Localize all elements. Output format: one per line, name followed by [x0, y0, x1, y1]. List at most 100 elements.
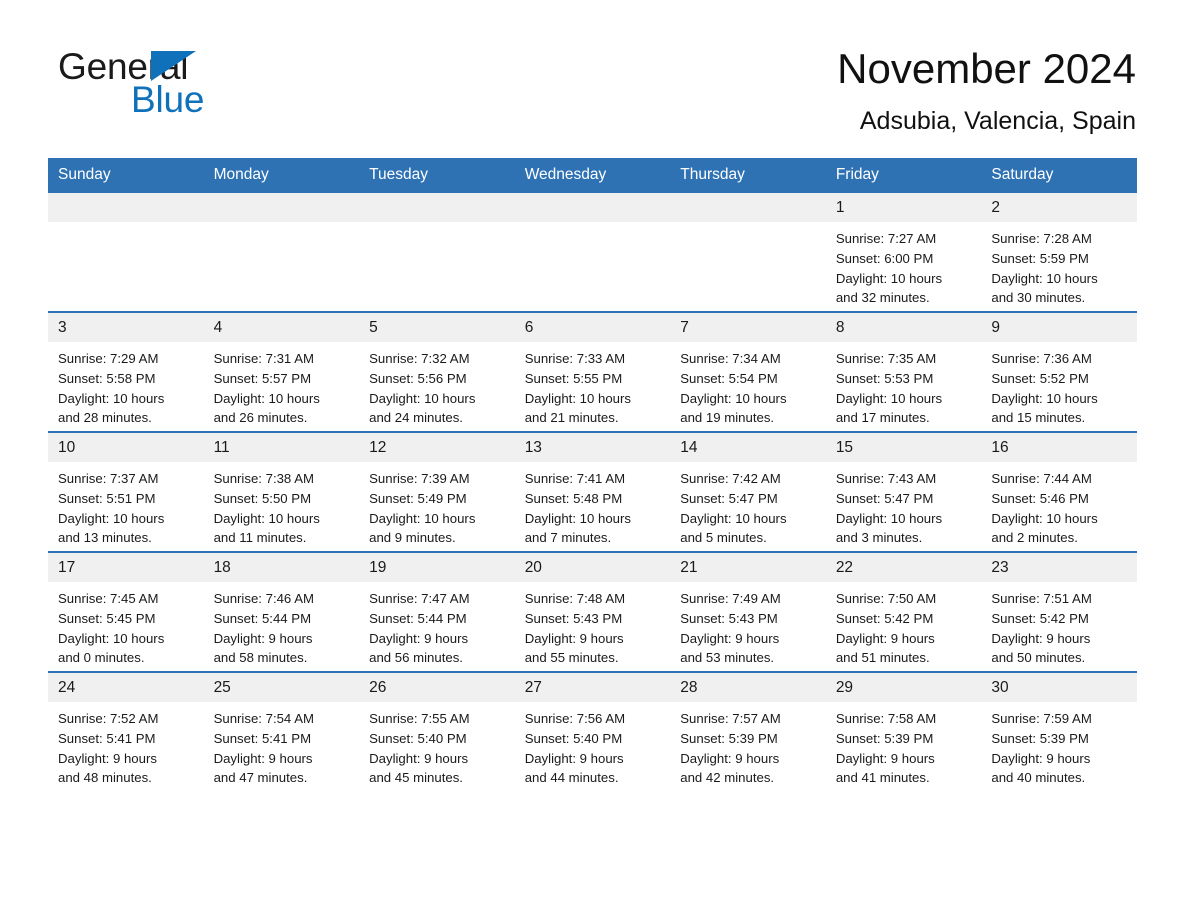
day-detail-line: Daylight: 10 hours [991, 270, 1098, 286]
calendar-day-cell-empty [359, 193, 515, 312]
calendar-day-cell[interactable]: 17 Sunrise: 7:45 AM Sunset: 5:45 PM Dayligh… [48, 551, 204, 672]
day-detail-line: and 56 minutes. [369, 650, 463, 666]
day-detail-line: Sunset: 5:51 PM [58, 490, 156, 506]
calendar-day-cell[interactable]: 20 Sunrise: 7:48 AM Sunset: 5:43 PM Dayligh… [514, 551, 671, 672]
day-detail-line: Daylight: 9 hours [213, 750, 313, 766]
day-detail-line: and 42 minutes. [680, 770, 775, 786]
day-number [48, 193, 204, 222]
day-number: 1 [825, 193, 982, 222]
day-number: 20 [514, 553, 671, 582]
calendar-day-cell[interactable]: 30 Sunrise: 7:59 AM Sunset: 5:39 PM Dayligh… [981, 671, 1137, 791]
day-detail-line: and 21 minutes. [524, 410, 619, 426]
calendar-day-cell[interactable]: 23 Sunrise: 7:51 AM Sunset: 5:42 PM Dayligh… [981, 551, 1137, 672]
day-detail-line: Sunset: 5:40 PM [524, 730, 623, 746]
day-detail-line: Daylight: 10 hours [835, 510, 943, 526]
day-number: 28 [670, 673, 826, 702]
calendar-day-cell[interactable]: 1 Sunrise: 7:27 AM Sunset: 6:00 PM Daylight… [825, 193, 982, 312]
day-detail-line: Sunset: 5:58 PM [58, 370, 156, 386]
day-detail-line: Daylight: 10 hours [991, 510, 1098, 526]
calendar-day-cell[interactable]: 5 Sunrise: 7:32 AM Sunset: 5:56 PM Daylight… [359, 311, 515, 432]
calendar-day-cell[interactable]: 13 Sunrise: 7:41 AM Sunset: 5:48 PM Dayligh… [514, 431, 671, 552]
day-detail-line: Sunrise: 7:43 AM [835, 471, 937, 486]
day-detail-line: Sunset: 5:43 PM [524, 610, 623, 626]
day-number [359, 193, 515, 222]
day-details: Sunrise: 7:29 AM Sunset: 5:58 PM Daylight:… [48, 342, 204, 428]
calendar-day-cell[interactable]: 27 Sunrise: 7:56 AM Sunset: 5:40 PM Dayligh… [514, 671, 671, 791]
day-detail-line: Sunset: 5:39 PM [835, 730, 934, 746]
day-detail-line: and 48 minutes. [58, 770, 152, 786]
day-detail-line: Sunset: 5:56 PM [369, 370, 467, 386]
day-details: Sunrise: 7:51 AM Sunset: 5:42 PM Daylight:… [981, 582, 1137, 668]
day-detail-line: Sunrise: 7:50 AM [835, 591, 937, 606]
calendar-day-cell[interactable]: 29 Sunrise: 7:58 AM Sunset: 5:39 PM Dayligh… [825, 671, 982, 791]
day-detail-line: Sunrise: 7:37 AM [58, 471, 159, 486]
calendar-day-cell[interactable]: 26 Sunrise: 7:55 AM Sunset: 5:40 PM Dayligh… [359, 671, 515, 791]
day-details: Sunrise: 7:59 AM Sunset: 5:39 PM Daylight:… [981, 702, 1137, 788]
brand-name-blue: Blue [131, 79, 205, 120]
weekday-header-monday: Monday [203, 158, 360, 193]
day-detail-line: Sunrise: 7:31 AM [213, 351, 314, 366]
calendar-day-cell[interactable]: 10 Sunrise: 7:37 AM Sunset: 5:51 PM Dayligh… [48, 431, 204, 552]
calendar-day-cell[interactable]: 18 Sunrise: 7:46 AM Sunset: 5:44 PM Dayligh… [203, 551, 360, 672]
day-detail-line: Sunrise: 7:45 AM [58, 591, 159, 606]
day-number: 26 [359, 673, 515, 702]
day-detail-line: Sunset: 5:53 PM [835, 370, 934, 386]
day-number: 7 [670, 313, 826, 342]
day-details: Sunrise: 7:42 AM Sunset: 5:47 PM Daylight:… [670, 462, 826, 548]
day-detail-line: Sunrise: 7:33 AM [524, 351, 626, 366]
day-detail-line: and 7 minutes. [524, 530, 612, 546]
day-details: Sunrise: 7:41 AM Sunset: 5:48 PM Daylight:… [515, 462, 671, 548]
day-detail-line: Daylight: 10 hours [58, 390, 165, 406]
calendar-day-cell[interactable]: 14 Sunrise: 7:42 AM Sunset: 5:47 PM Dayligh… [670, 431, 826, 552]
calendar-day-cell[interactable]: 2 Sunrise: 7:28 AM Sunset: 5:59 PM Daylight… [981, 193, 1137, 312]
day-number: 9 [981, 313, 1137, 342]
weekday-header-sunday: Sunday [48, 158, 204, 193]
day-details: Sunrise: 7:37 AM Sunset: 5:51 PM Daylight:… [48, 462, 204, 548]
day-number: 21 [670, 553, 826, 582]
day-detail-line: Daylight: 10 hours [369, 390, 476, 406]
calendar-day-cell-empty [514, 193, 671, 312]
day-details: Sunrise: 7:54 AM Sunset: 5:41 PM Daylight:… [204, 702, 360, 788]
day-detail-line: Sunrise: 7:27 AM [835, 231, 937, 246]
calendar-day-cell[interactable]: 15 Sunrise: 7:43 AM Sunset: 5:47 PM Dayligh… [825, 431, 982, 552]
day-detail-line: Sunset: 5:42 PM [991, 610, 1089, 626]
calendar-day-cell[interactable]: 24 Sunrise: 7:52 AM Sunset: 5:41 PM Dayligh… [48, 671, 204, 791]
day-detail-line: Sunrise: 7:51 AM [991, 591, 1092, 606]
day-detail-line: and 11 minutes. [213, 530, 307, 546]
calendar-day-cell[interactable]: 21 Sunrise: 7:49 AM Sunset: 5:43 PM Dayligh… [670, 551, 826, 672]
day-detail-line: Sunrise: 7:41 AM [524, 471, 626, 486]
day-detail-line: Sunrise: 7:39 AM [369, 471, 470, 486]
day-detail-line: Sunset: 5:41 PM [58, 730, 156, 746]
day-number: 2 [981, 193, 1137, 222]
calendar-day-cell[interactable]: 4 Sunrise: 7:31 AM Sunset: 5:57 PM Daylight… [203, 311, 360, 432]
calendar-day-cell-empty [670, 193, 826, 312]
calendar-day-cell[interactable]: 9 Sunrise: 7:36 AM Sunset: 5:52 PM Daylight… [981, 311, 1137, 432]
day-detail-line: Daylight: 10 hours [58, 510, 165, 526]
calendar-day-cell[interactable]: 16 Sunrise: 7:44 AM Sunset: 5:46 PM Dayligh… [981, 431, 1137, 552]
day-detail-line: Sunset: 5:49 PM [369, 490, 467, 506]
calendar-day-cell[interactable]: 3 Sunrise: 7:29 AM Sunset: 5:58 PM Daylight… [48, 311, 204, 432]
calendar-week-row: 10 Sunrise: 7:37 AM Sunset: 5:51 PM Dayligh… [48, 431, 1137, 552]
calendar-day-cell[interactable]: 12 Sunrise: 7:39 AM Sunset: 5:49 PM Dayligh… [359, 431, 515, 552]
triangle-icon [151, 51, 196, 81]
calendar-day-cell[interactable]: 28 Sunrise: 7:57 AM Sunset: 5:39 PM Dayligh… [670, 671, 826, 791]
calendar-day-cell[interactable]: 19 Sunrise: 7:47 AM Sunset: 5:44 PM Dayligh… [359, 551, 515, 672]
calendar-day-cell[interactable]: 22 Sunrise: 7:50 AM Sunset: 5:42 PM Dayligh… [825, 551, 982, 672]
day-detail-line: Daylight: 9 hours [991, 630, 1091, 646]
day-number: 10 [48, 433, 204, 462]
day-detail-line: Sunrise: 7:56 AM [524, 711, 626, 726]
calendar-day-cell[interactable]: 8 Sunrise: 7:35 AM Sunset: 5:53 PM Daylight… [825, 311, 982, 432]
calendar-day-cell[interactable]: 25 Sunrise: 7:54 AM Sunset: 5:41 PM Dayligh… [203, 671, 360, 791]
calendar-day-cell[interactable]: 7 Sunrise: 7:34 AM Sunset: 5:54 PM Daylight… [670, 311, 826, 432]
day-number: 12 [359, 433, 515, 462]
day-details: Sunrise: 7:50 AM Sunset: 5:42 PM Daylight:… [826, 582, 982, 668]
day-detail-line: and 17 minutes. [835, 410, 930, 426]
day-detail-line: Sunset: 5:39 PM [991, 730, 1089, 746]
calendar-day-cell[interactable]: 6 Sunrise: 7:33 AM Sunset: 5:55 PM Daylight… [514, 311, 671, 432]
day-detail-line: Sunset: 5:39 PM [680, 730, 778, 746]
day-detail-line: Daylight: 9 hours [213, 630, 313, 646]
day-detail-line: Daylight: 10 hours [991, 390, 1098, 406]
day-detail-line: Sunrise: 7:57 AM [680, 711, 781, 726]
calendar-day-cell[interactable]: 11 Sunrise: 7:38 AM Sunset: 5:50 PM Dayligh… [203, 431, 360, 552]
weekday-header-friday: Friday [825, 158, 982, 193]
